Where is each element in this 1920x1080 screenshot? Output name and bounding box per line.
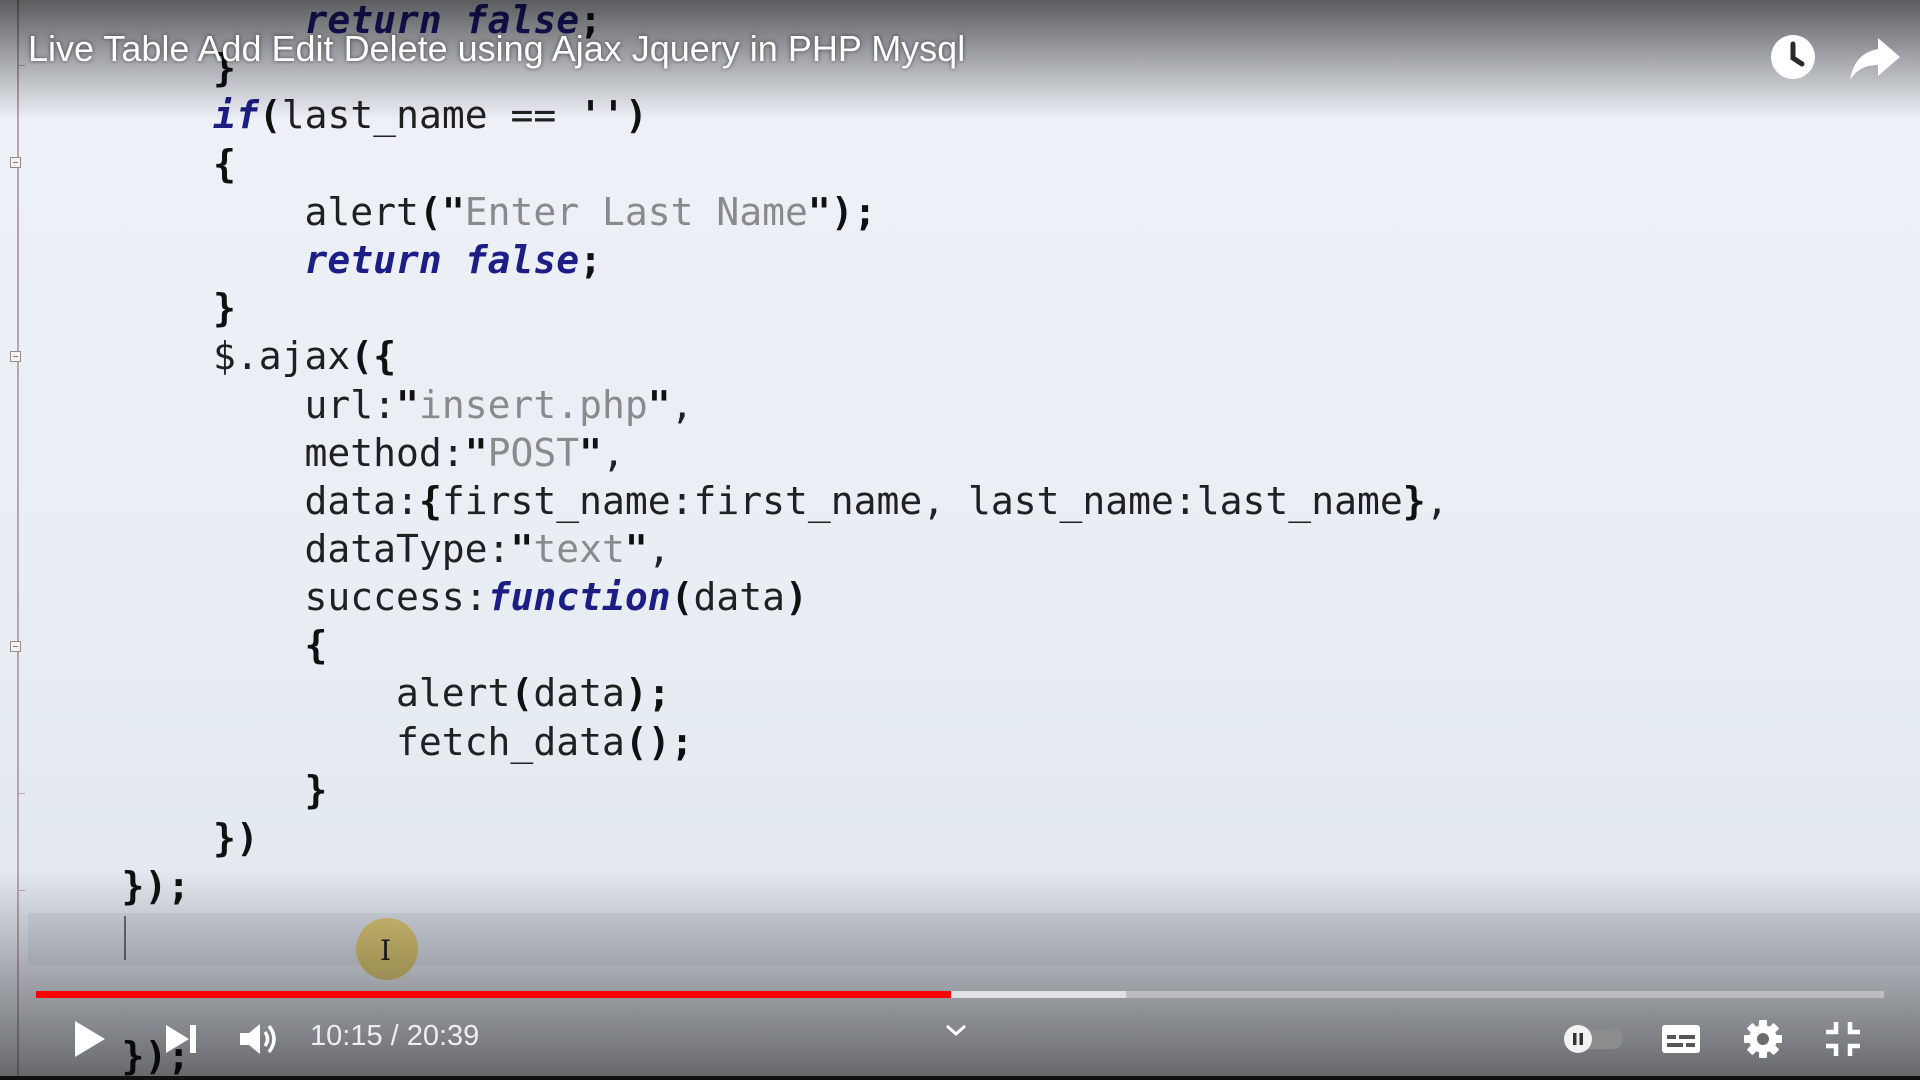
autoplay-toggle[interactable] — [1563, 1024, 1625, 1054]
bottom-gradient — [0, 870, 1920, 1080]
code-line: fetch_data(); — [30, 720, 694, 764]
code-line: } — [304, 768, 328, 812]
autoplay-toggle-icon — [1564, 1025, 1623, 1053]
code-line: method:"POST", — [30, 431, 625, 475]
gear-icon — [1744, 1020, 1782, 1058]
volume-button[interactable] — [232, 1012, 286, 1066]
exit-fullscreen-icon — [1826, 1022, 1860, 1056]
code-line: return false; — [304, 238, 602, 282]
chapters-chevron-button[interactable] — [944, 1022, 968, 1043]
video-title[interactable]: Live Table Add Edit Delete using Ajax Jq… — [28, 28, 965, 70]
subtitles-icon — [1662, 1025, 1700, 1053]
gutter-tick — [18, 793, 25, 794]
exit-fullscreen-button[interactable] — [1816, 1012, 1870, 1066]
code-line: dataType:"text", — [30, 527, 671, 571]
video-player[interactable]: return false; } if(last_name == '') { al… — [0, 0, 1920, 1080]
code-line: alert(data); — [30, 671, 671, 715]
play-button[interactable] — [62, 1012, 116, 1066]
clock-icon — [1771, 35, 1815, 79]
code-line: data:{first_name:first_name, last_name:l… — [30, 479, 1449, 523]
watch-later-button[interactable] — [1766, 30, 1820, 84]
next-button[interactable] — [154, 1012, 208, 1066]
share-icon — [1850, 38, 1900, 80]
fold-marker — [10, 641, 21, 652]
progress-played — [36, 991, 951, 998]
subtitles-button[interactable] — [1654, 1012, 1708, 1066]
chevron-down-icon — [946, 1024, 966, 1037]
code-line: } — [213, 286, 236, 330]
code-line: alert("Enter Last Name"); — [30, 190, 877, 234]
bottom-edge — [0, 1076, 1920, 1080]
progress-bar[interactable] — [36, 991, 1884, 998]
settings-button[interactable] — [1736, 1012, 1790, 1066]
next-icon — [166, 1025, 196, 1053]
fold-marker — [10, 351, 21, 362]
code-line: }) — [213, 816, 259, 860]
share-button[interactable] — [1848, 30, 1902, 84]
code-line: success:function(data) — [30, 575, 808, 619]
volume-icon — [240, 1024, 276, 1054]
play-icon — [75, 1021, 105, 1057]
code-line: { — [213, 142, 236, 186]
code-line: url:"insert.php", — [30, 383, 694, 427]
code-line: { — [304, 623, 328, 667]
time-display: 10:15 / 20:39 — [310, 1020, 480, 1052]
code-line: $.ajax({ — [30, 334, 397, 378]
fold-marker — [10, 157, 21, 168]
